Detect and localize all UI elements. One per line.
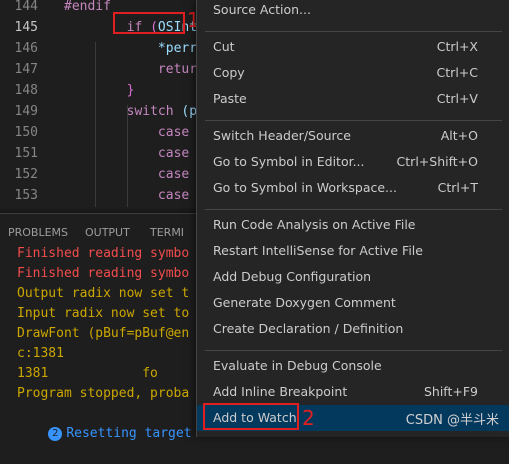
menu-item-switch-header-source[interactable]: Switch Header/Source Alt+O [197, 123, 509, 149]
code-text: } [64, 80, 135, 101]
menu-item-label: Restart IntelliSense for Active File [213, 243, 423, 258]
code-token: case [64, 146, 198, 161]
terminal-line: Finished reading symbo [17, 266, 190, 281]
menu-item-restart-intellisense-for-active-file[interactable]: Restart IntelliSense for Active File [197, 238, 509, 264]
terminal-line: Program stopped, proba [17, 386, 190, 401]
menu-item-label: Paste [213, 91, 247, 106]
line-number: 148 [14, 83, 38, 98]
watermark: CSDN @半斗米 [405, 413, 499, 428]
tab-output[interactable]: OUTPUT [85, 226, 130, 239]
menu-item-shortcut: Ctrl+V [436, 91, 478, 106]
menu-item-run-code-analysis-on-active-file[interactable]: Run Code Analysis on Active File [197, 212, 509, 238]
menu-item-label: Add Debug Configuration [213, 269, 372, 284]
menu-separator [205, 209, 502, 210]
status-text: Resetting target [66, 426, 192, 441]
line-number: 153 [14, 188, 38, 203]
menu-item-shortcut: Ctrl+T [437, 180, 478, 195]
terminal-line: Finished reading symbo [17, 246, 190, 261]
code-token: } [64, 83, 135, 98]
status-badge: 2 [48, 426, 63, 441]
menu-item-create-declaration-definition[interactable]: Create Declaration / Definition [197, 316, 509, 342]
menu-item-label: Cut [213, 39, 235, 54]
menu-item-source-action[interactable]: Source Action... [197, 0, 509, 23]
menu-item-label: Copy [213, 65, 245, 80]
line-number: 151 [14, 146, 38, 161]
code-token: switch [64, 104, 182, 119]
menu-item-label: Go to Symbol in Editor... [213, 154, 365, 169]
menu-item-shortcut: Ctrl+C [436, 65, 478, 80]
menu-item-cut[interactable]: Cut Ctrl+X [197, 34, 509, 60]
menu-item-shortcut: Shift+F9 [423, 384, 478, 399]
code-token: #endif [64, 0, 111, 14]
line-number: 144 [14, 0, 38, 14]
menu-item-label: Switch Header/Source [213, 128, 351, 143]
menu-separator [205, 31, 502, 32]
menu-item-label: Generate Doxygen Comment [213, 295, 396, 310]
context-menu: Source Action... Cut Ctrl+X Copy Ctrl+C Paste… [196, 0, 509, 437]
line-number: 147 [14, 62, 38, 77]
code-token: case [64, 167, 198, 182]
menu-item-evaluate-in-debug-console[interactable]: Evaluate in Debug Console [197, 353, 509, 379]
selected-identifier-highlight-box [113, 12, 185, 34]
terminal-line: Input radix now set to [17, 306, 190, 321]
terminal-line: Output radix now set t [17, 286, 190, 301]
menu-item-go-to-symbol-in-workspace[interactable]: Go to Symbol in Workspace... Ctrl+T [197, 175, 509, 201]
line-number: 150 [14, 125, 38, 140]
menu-item-add-debug-configuration[interactable]: Add Debug Configuration [197, 264, 509, 290]
line-number: 146 [14, 41, 38, 56]
status-line: 2 Resetting target [17, 404, 192, 464]
menu-item-shortcut: Ctrl+X [436, 39, 478, 54]
code-text: #endif [64, 0, 111, 17]
menu-separator [205, 120, 502, 121]
line-number: 145 [14, 20, 38, 35]
menu-item-go-to-symbol-in-editor[interactable]: Go to Symbol in Editor... Ctrl+Shift+O [197, 149, 509, 175]
indent-guide [127, 105, 128, 210]
indent-guide [95, 42, 96, 210]
tab-problems[interactable]: PROBLEMS [8, 226, 68, 239]
menu-item-label: Add Inline Breakpoint [213, 384, 348, 399]
menu-item-label: Source Action... [213, 2, 311, 17]
code-token: case [64, 188, 198, 203]
menu-item-generate-doxygen-comment[interactable]: Generate Doxygen Comment [197, 290, 509, 316]
tab-terminal[interactable]: TERMI [150, 226, 184, 239]
menu-item-label: Create Declaration / Definition [213, 321, 404, 336]
terminal-line: DrawFont (pBuf=pBuf@en [17, 326, 190, 341]
add-to-watch-highlight-box [203, 403, 299, 430]
code-token: case [64, 125, 198, 140]
menu-item-label: Go to Symbol in Workspace... [213, 180, 397, 195]
menu-separator [205, 350, 502, 351]
annotation-number-2: 2 [302, 406, 315, 430]
terminal-line: 1381 fo [17, 366, 158, 381]
menu-item-add-inline-breakpoint[interactable]: Add Inline Breakpoint Shift+F9 [197, 379, 509, 405]
menu-item-shortcut: Alt+O [440, 128, 478, 143]
menu-item-paste[interactable]: Paste Ctrl+V [197, 86, 509, 112]
menu-item-label: Run Code Analysis on Active File [213, 217, 416, 232]
menu-item-label: Evaluate in Debug Console [213, 358, 382, 373]
menu-item-copy[interactable]: Copy Ctrl+C [197, 60, 509, 86]
menu-item-shortcut: Ctrl+Shift+O [396, 154, 478, 169]
terminal-line: c:1381 [17, 346, 64, 361]
line-number: 152 [14, 167, 38, 182]
line-number: 149 [14, 104, 38, 119]
